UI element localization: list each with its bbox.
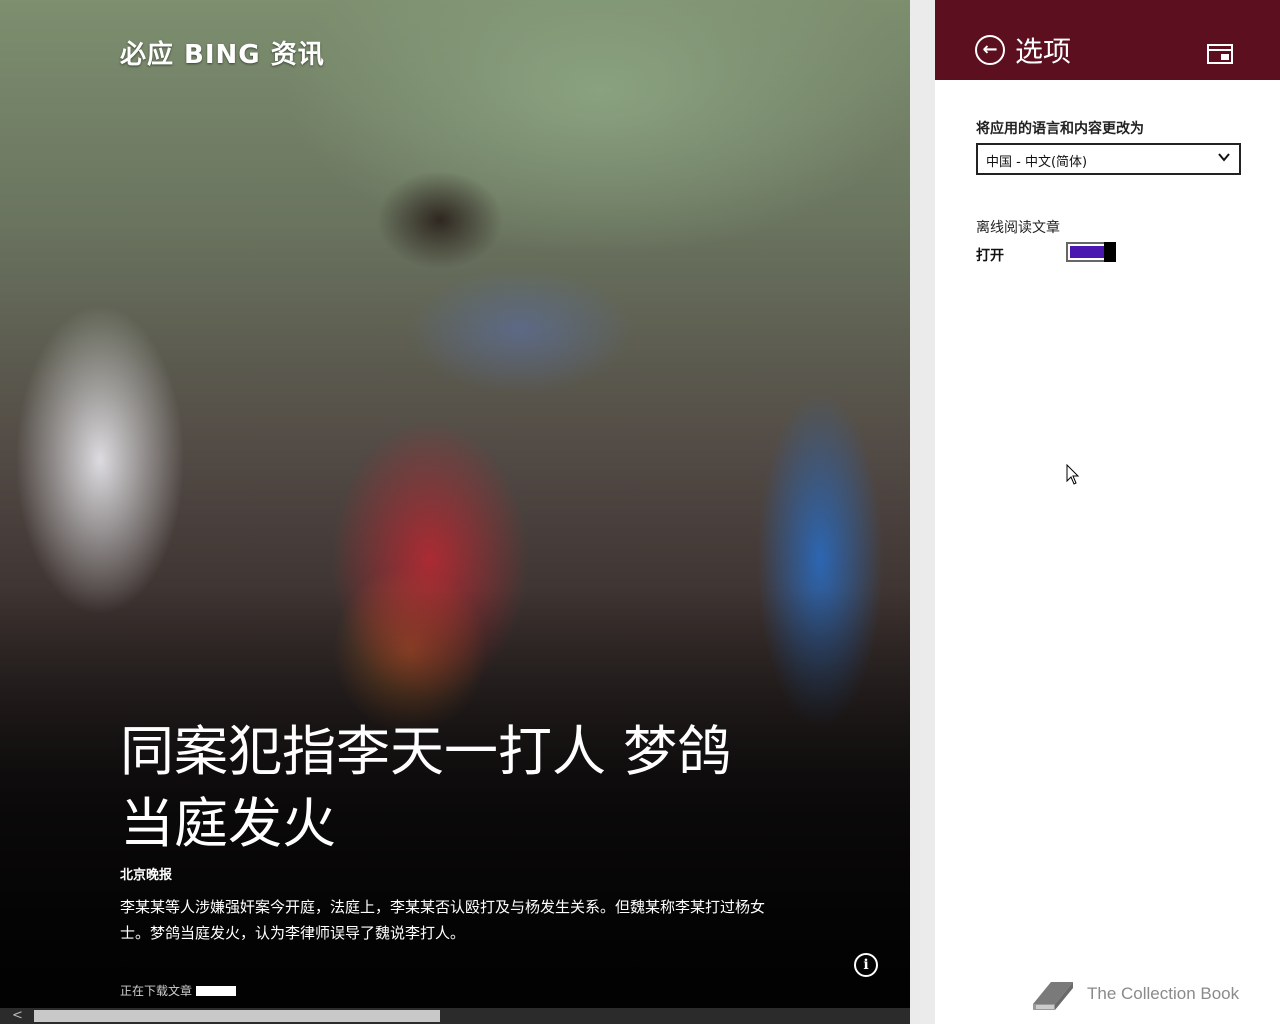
scroll-left-icon[interactable]: < <box>12 1008 23 1024</box>
horizontal-scrollbar[interactable]: < <box>0 1008 910 1024</box>
chevron-down-icon <box>1217 149 1231 168</box>
settings-pane: ← 选项 将应用的语言和内容更改为 中国 - 中文(简体) 离线阅读文章 打开 … <box>935 0 1280 1024</box>
info-icon[interactable]: i <box>854 953 878 977</box>
toggle-fill <box>1070 246 1104 258</box>
scrollbar-thumb[interactable] <box>34 1010 440 1022</box>
watermark: The Collection Book <box>1027 974 1239 1014</box>
offline-toggle[interactable] <box>1066 242 1116 262</box>
back-arrow-icon[interactable]: ← <box>975 35 1005 65</box>
language-label: 将应用的语言和内容更改为 <box>976 121 1144 137</box>
pane-divider <box>910 0 935 1024</box>
article-headline[interactable]: 同案犯指李天一打人 梦鸽当庭发火 <box>120 716 780 860</box>
language-select-value: 中国 - 中文(简体) <box>986 155 1088 170</box>
offline-toggle-state: 打开 <box>976 248 1004 264</box>
language-select[interactable]: 中国 - 中文(简体) <box>976 143 1241 175</box>
settings-header: ← 选项 <box>935 0 1280 80</box>
app-title: 必应 BING 资讯 <box>120 40 325 70</box>
watermark-text: The Collection Book <box>1087 984 1240 1003</box>
article-hero[interactable]: 必应 BING 资讯 同案犯指李天一打人 梦鸽当庭发火 北京晚报 李某某等人涉嫌… <box>0 0 910 1008</box>
download-status-label: 正在下载文章 <box>120 984 193 998</box>
toggle-knob[interactable] <box>1104 242 1116 262</box>
settings-title: 选项 <box>1015 35 1072 68</box>
download-status: 正在下载文章 <box>120 982 237 999</box>
download-progress-bar <box>196 985 237 996</box>
offline-reading-label: 离线阅读文章 <box>976 220 1060 236</box>
article-summary: 李某某等人涉嫌强奸案今开庭，法庭上，李某某否认殴打及与杨发生关系。但魏某称李某打… <box>120 898 766 942</box>
article-source: 北京晚报 <box>120 868 173 883</box>
book-icon <box>1027 974 1075 1014</box>
app-window-icon <box>1207 44 1233 64</box>
